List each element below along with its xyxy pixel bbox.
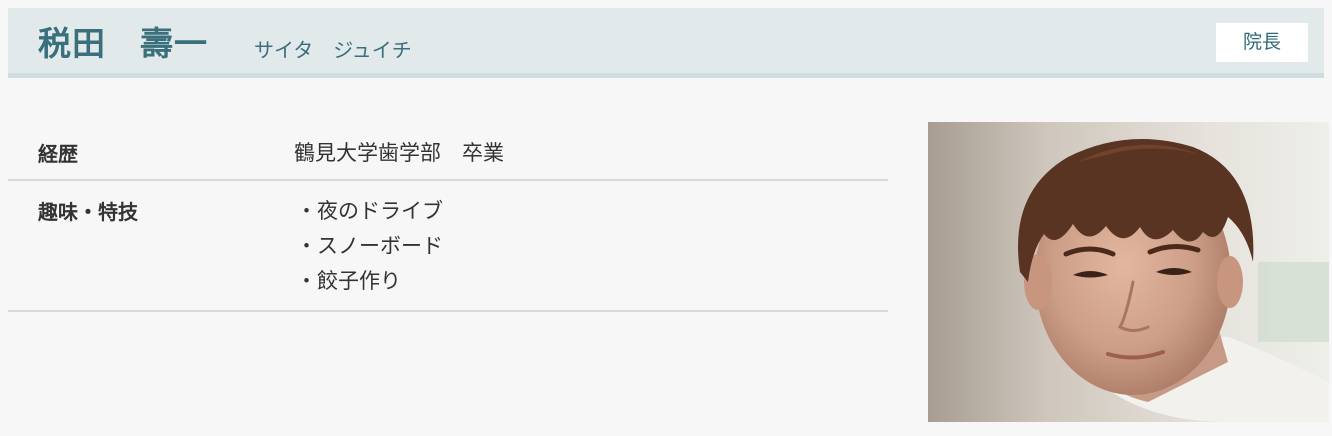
- profile-table: 経歴 鶴見大学歯学部 卒業 趣味・特技 夜のドライブ スノーボード 餃子作り: [8, 122, 888, 312]
- hobby-label: 趣味・特技: [38, 200, 138, 224]
- doctor-name-reading: サイタ ジュイチ: [254, 38, 412, 62]
- hobby-item: 餃子作り: [296, 264, 443, 299]
- doctor-name: 税田 壽一: [38, 24, 208, 63]
- hobby-item: 夜のドライブ: [296, 194, 443, 229]
- doctor-portrait-photo: [928, 122, 1329, 422]
- career-value: 鶴見大学歯学部 卒業: [294, 141, 504, 165]
- portrait-photo-image: [928, 122, 1329, 422]
- role-badge: 院長: [1216, 23, 1308, 62]
- career-label: 経歴: [38, 142, 78, 166]
- hobby-item: スノーボード: [296, 229, 443, 264]
- hobby-row: 趣味・特技 夜のドライブ スノーボード 餃子作り: [8, 181, 888, 312]
- hobby-list: 夜のドライブ スノーボード 餃子作り: [296, 194, 443, 299]
- career-row: 経歴 鶴見大学歯学部 卒業: [8, 122, 888, 181]
- doctor-header: 税田 壽一 サイタ ジュイチ 院長: [8, 8, 1324, 78]
